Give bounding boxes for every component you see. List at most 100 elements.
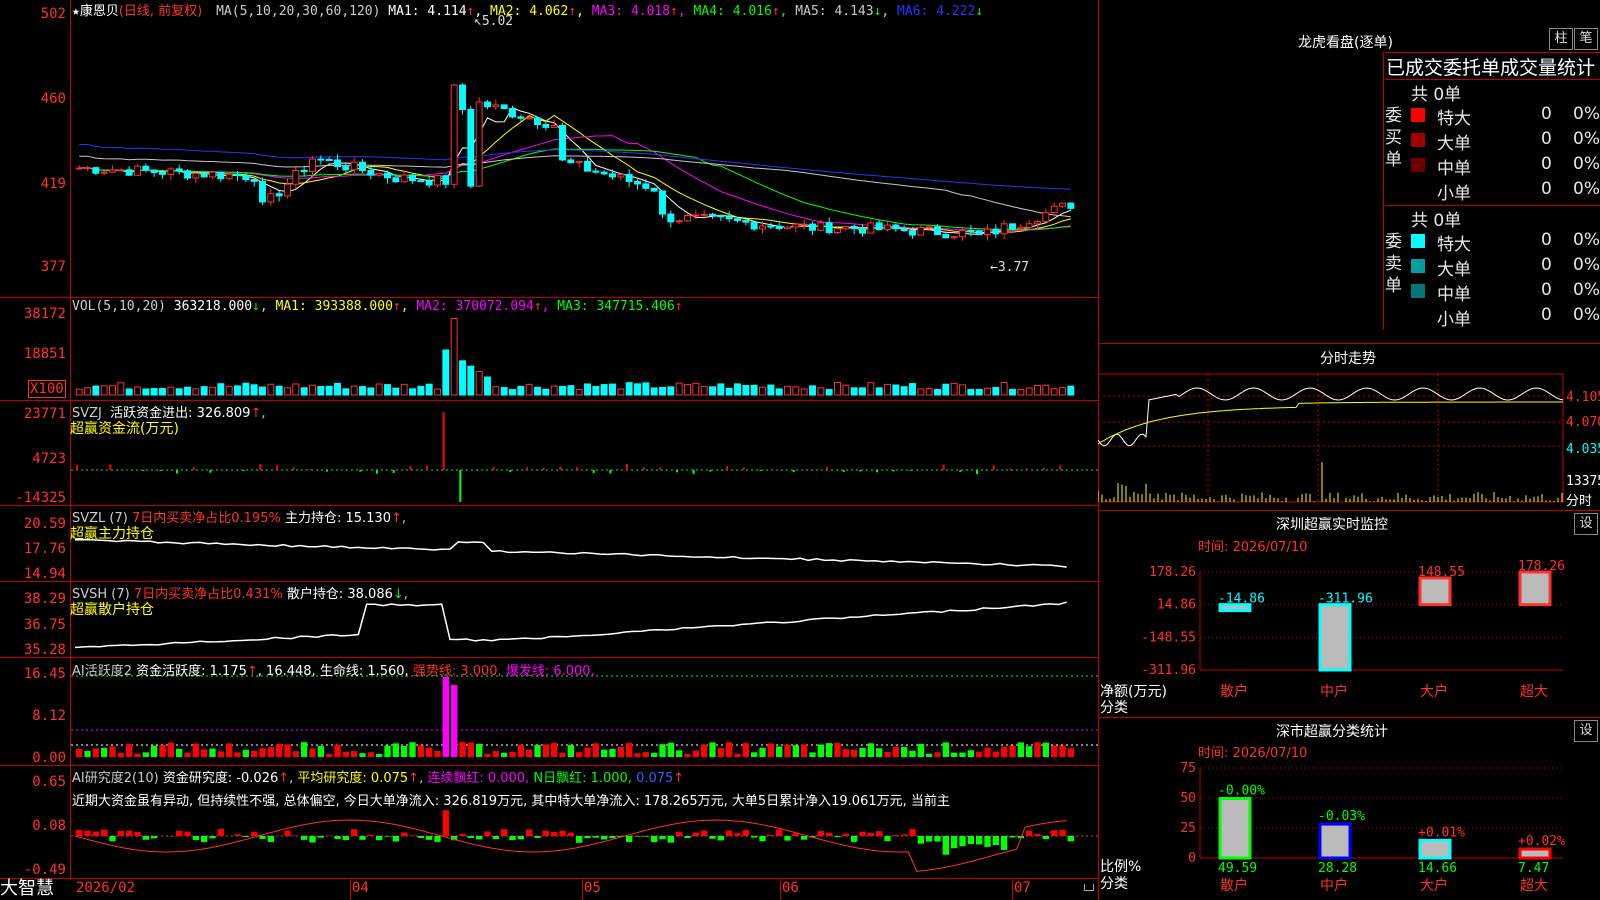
ai2-bar [909, 829, 916, 836]
vol-label: VOL(5,10,20) [72, 299, 166, 314]
ai2-bar [176, 830, 183, 836]
intraday-price-2: 4.035 [1566, 442, 1600, 457]
candle [542, 124, 550, 128]
sz-monitor-settings-button[interactable]: 设 [1574, 513, 1598, 535]
ai1-bar [251, 750, 258, 757]
candle [659, 190, 666, 215]
chart-category-label: 散户 [1220, 877, 1248, 894]
candle [750, 221, 758, 230]
sz-monitor-time: 时间: 2026/07/10 [1198, 540, 1308, 555]
vol-bar [667, 386, 675, 396]
candle [592, 170, 600, 173]
ai1-bar [367, 752, 374, 757]
candle [875, 222, 883, 231]
candle [359, 161, 366, 172]
vol-bar [125, 388, 133, 396]
ai2-item4: N日飘红: 1.000, [533, 771, 632, 786]
vol-bar [234, 385, 241, 396]
vol-bar [642, 382, 650, 396]
vol-unit-badge[interactable]: X100 [28, 380, 66, 398]
vol-bar [825, 389, 833, 396]
x-tick-line [780, 878, 781, 900]
chart-bar-大户 [1418, 576, 1452, 607]
vol-bar [367, 387, 375, 396]
kline-canvas[interactable] [71, 0, 1098, 878]
svzj-bar [259, 464, 262, 470]
ai1-bar [926, 753, 933, 757]
brand-logo[interactable]: 大智慧 [0, 878, 54, 900]
chart-y-tick: 14.86 [1157, 598, 1196, 613]
candle [384, 172, 391, 179]
svzj-bar [892, 470, 895, 472]
vol-bar [184, 386, 191, 396]
legend-ma4: MA4: 4.016↑, [685, 4, 788, 19]
order-row-pct: 0% [1573, 129, 1600, 149]
vol-bar [584, 383, 591, 396]
ai1-bar [184, 752, 191, 757]
vol-bar [900, 386, 908, 396]
order-row-label: 中单 [1437, 159, 1471, 179]
ai1-bar [509, 751, 516, 757]
ai2-bar [417, 836, 424, 838]
chart-category-label: 超大 [1520, 878, 1548, 894]
candle [1017, 226, 1025, 230]
candle [675, 220, 683, 223]
ai2-bar [284, 830, 291, 836]
vol-bar [167, 386, 175, 396]
vol-header: VOL(5,10,20) 363218.000↓, MA1: 393388.00… [72, 299, 683, 314]
ai1-bar [917, 743, 924, 757]
candle [792, 223, 800, 228]
candle [467, 108, 475, 187]
candle [1059, 202, 1066, 207]
candle [634, 180, 641, 185]
ai1-bar [334, 744, 341, 757]
ai1-bar [967, 750, 974, 757]
candle [900, 228, 908, 232]
color-swatch [1411, 158, 1425, 172]
period-label[interactable]: (日线, 前复权) [119, 4, 202, 19]
ai2-bar [1067, 836, 1074, 842]
candle [409, 174, 416, 182]
candle [625, 174, 633, 182]
ai2-bar [151, 836, 158, 839]
intraday-chart[interactable] [1098, 366, 1600, 510]
y-tick-ai1-1: 8.12 [32, 708, 66, 724]
ai1-bar [409, 742, 416, 757]
ai2-bar [309, 836, 316, 843]
side-label: 委买单 [1385, 106, 1402, 170]
sz-class-title: 深市超赢分类统计 [1276, 724, 1388, 740]
candle [417, 180, 425, 183]
svzl-ratio: 7日内买卖净占比0.195% [131, 511, 281, 526]
ai2-bar [942, 836, 949, 855]
pen-view-button[interactable]: 笔 [1574, 28, 1598, 50]
ai2-bar [1042, 836, 1049, 840]
color-swatch [1411, 284, 1425, 298]
ai1-bar [651, 752, 658, 757]
star-icon[interactable]: ★ [72, 4, 80, 19]
ai2-item3: 连续飘红: 0.000, [427, 771, 530, 786]
ai1-bar [359, 753, 366, 757]
vol-bar [942, 383, 950, 396]
ai1-bar [534, 745, 541, 757]
ai1-bar [259, 748, 266, 757]
sz-class-settings-button[interactable]: 设 [1574, 720, 1598, 742]
bar-view-button[interactable]: 柱 [1549, 28, 1573, 50]
candle [1009, 223, 1016, 230]
ai2-bar [367, 834, 374, 836]
candle [325, 158, 333, 161]
svsh-ratio: 7日内买卖净占比0.431% [133, 587, 283, 602]
vol-bar [784, 385, 791, 396]
order-row-pct: 0% [1573, 255, 1600, 275]
vol-bar [384, 384, 391, 396]
ai1-bar [1034, 742, 1041, 757]
lock-icon[interactable] [1084, 884, 1094, 891]
ai1-bar [309, 748, 316, 757]
vol-bar [892, 384, 900, 396]
ai2-bar [801, 836, 808, 840]
ai2-bar [951, 836, 958, 849]
ai2-bar [551, 832, 558, 836]
y-tick-svzl-2: 14.94 [23, 566, 66, 582]
candle [159, 171, 166, 175]
ai2-bar [234, 834, 241, 836]
ai1-bar [809, 752, 816, 757]
